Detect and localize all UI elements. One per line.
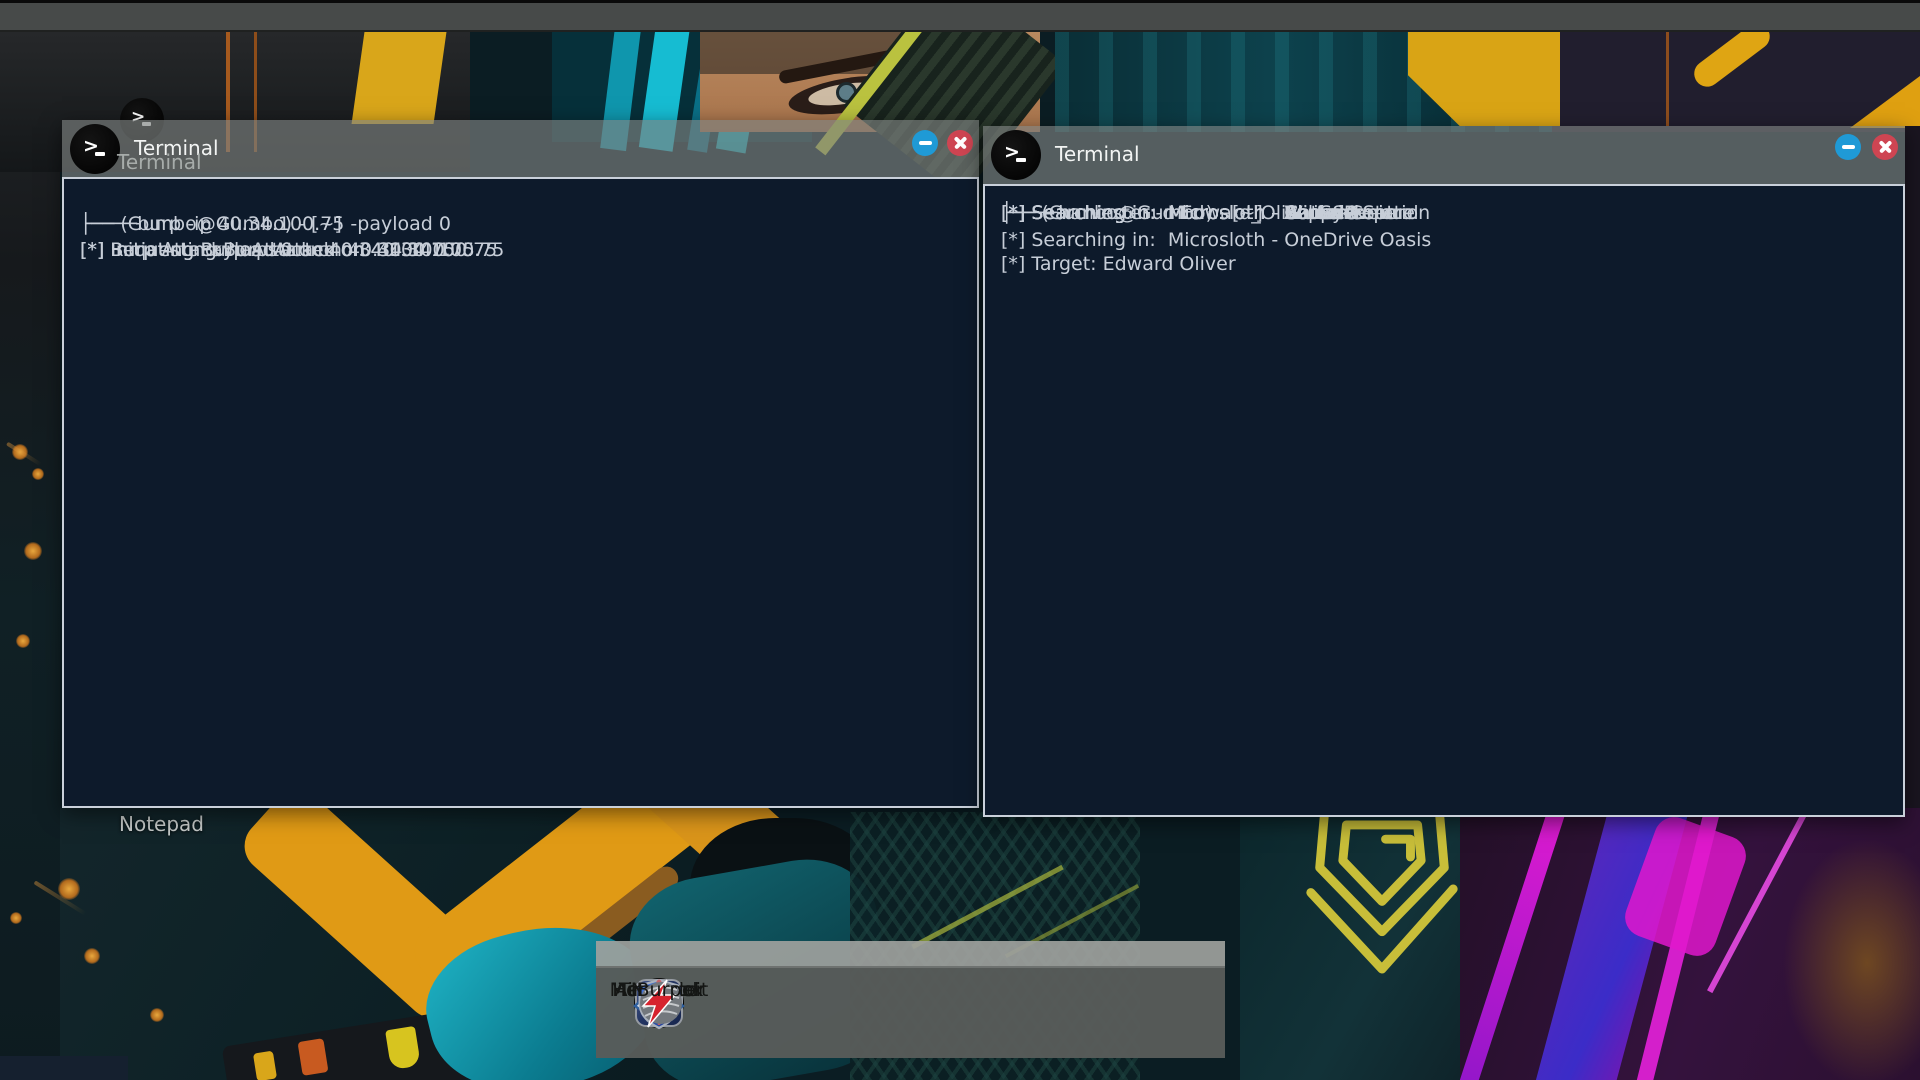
terminal-output-line: [*] Initiating Payload 0 on 40.34.100.75 [80, 237, 455, 263]
terminal-output-line: [*] Searching in: Microsloth - OneDrive … [1001, 227, 1431, 253]
wallpaper-chevron-emblem [1293, 800, 1471, 978]
wallpaper-art [1666, 32, 1669, 126]
terminal-icon: > [70, 124, 120, 174]
terminal-glyph [1016, 158, 1026, 162]
window-title: Terminal [1055, 142, 1140, 166]
background-notepad-title[interactable]: Notepad [119, 812, 204, 836]
top-menu-bar [0, 0, 1920, 32]
terminal-icon: > [991, 130, 1041, 180]
wallpaper-art [298, 1038, 329, 1076]
minimize-button[interactable] [912, 130, 938, 156]
wallpaper-art [1782, 838, 1920, 1080]
left-terminal-output-area[interactable]: ┌── (Gumbo@Gumbo) - [~] │ └────burp -ip … [62, 177, 979, 808]
minus-icon [1842, 145, 1855, 149]
close-button[interactable] [947, 130, 973, 156]
terminal-window-right: > Terminal ┌── (Gumbo@Gumbo) - [~] │ └──… [983, 126, 1905, 817]
wallpaper-art [352, 32, 447, 124]
desktop: > > Terminal ┌── (Gumbo@Gumbo) - [~] │ └… [0, 0, 1920, 1080]
terminal-glyph [95, 152, 105, 156]
terminal-output-line: [*] Searching in: Microsloth - Azure Ave… [1001, 200, 1415, 226]
dock-item-burp[interactable]: Burp [609, 968, 709, 1058]
wallpaper-art [150, 1008, 164, 1022]
wallpaper-art [1905, 126, 1920, 826]
wallpaper-art [10, 912, 22, 924]
wallpaper-art [84, 948, 100, 964]
wallpaper-art [32, 468, 44, 480]
right-terminal-titlebar[interactable]: > Terminal [983, 126, 1905, 184]
window-title: Terminal [134, 136, 219, 160]
minus-icon [919, 141, 932, 145]
wallpaper-art [1460, 808, 1920, 1080]
wallpaper-art [24, 542, 42, 560]
command-line: └────burp -ip 40.34.100.75 -payload 0 [80, 211, 451, 237]
close-button[interactable] [1872, 134, 1898, 160]
wallpaper-art [0, 1056, 128, 1080]
wallpaper-art [253, 1051, 277, 1080]
terminal-window-left: > Terminal ┌── (Gumbo@Gumbo) - [~] │ └──… [62, 120, 979, 808]
right-terminal-output-area[interactable]: ┌── (Gumbo@Gumbo) - [~] │ └────harvester… [983, 184, 1905, 817]
dock: > Terminal Airocrack [596, 968, 1225, 1058]
left-terminal-titlebar[interactable]: > Terminal [62, 120, 979, 177]
minimize-button[interactable] [1835, 134, 1861, 160]
terminal-output-line: [*] Target: Edward Oliver [1001, 251, 1236, 277]
wallpaper-art [16, 634, 30, 648]
background-window-strip[interactable] [596, 941, 1225, 968]
dock-item-label: Burp [637, 979, 682, 1001]
